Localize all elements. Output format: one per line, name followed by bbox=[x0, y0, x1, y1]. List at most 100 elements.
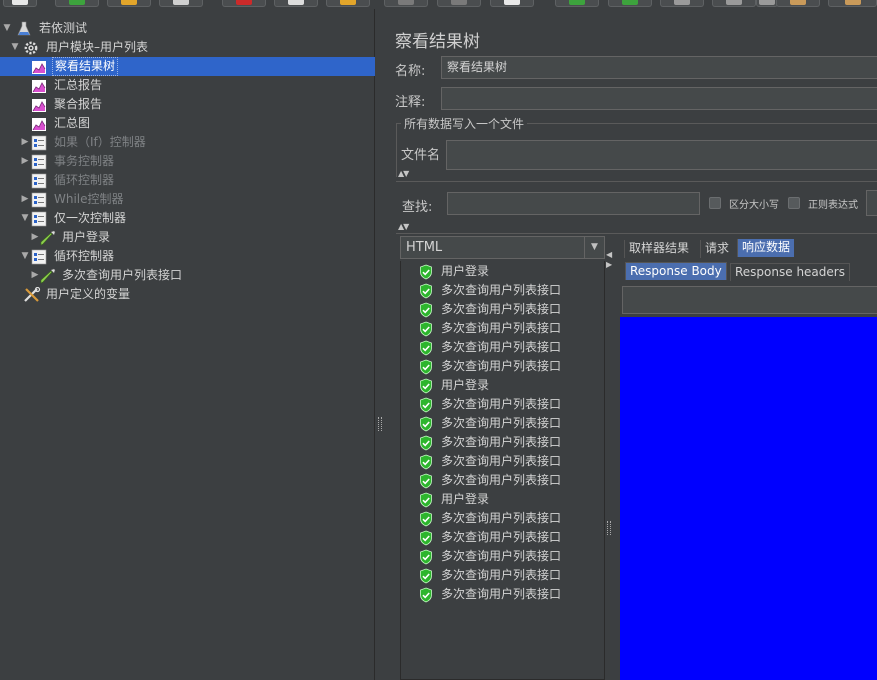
results-splitter[interactable]: ◀ ▶ bbox=[605, 236, 613, 680]
new-plan-button[interactable] bbox=[3, 0, 37, 7]
result-label: 多次查询用户列表接口 bbox=[441, 397, 562, 411]
cut-button[interactable] bbox=[222, 0, 266, 7]
controller-icon bbox=[31, 192, 47, 208]
regex-checkbox[interactable] bbox=[788, 197, 800, 209]
toggle-button[interactable] bbox=[490, 0, 534, 7]
renderer-value: HTML bbox=[406, 240, 443, 255]
result-label: 多次查询用户列表接口 bbox=[441, 568, 562, 582]
sampler-icon bbox=[39, 230, 56, 246]
tab-response-headers[interactable]: Response headers bbox=[730, 263, 850, 281]
name-field[interactable]: 察看结果树 bbox=[441, 56, 877, 79]
tree-item[interactable]: ▼ 循环控制器 bbox=[0, 247, 375, 266]
collapsed-arrow-icon[interactable]: ▶ bbox=[19, 152, 31, 171]
result-label: 多次查询用户列表接口 bbox=[441, 416, 562, 430]
search-button[interactable] bbox=[866, 190, 877, 216]
start-button[interactable] bbox=[555, 0, 599, 7]
divider bbox=[396, 233, 877, 234]
sample-result-list[interactable]: 用户登录 多次查询用户列表接口 多次查询用户列表接口 多次查询用户列表接口 多次查询用户… bbox=[400, 261, 605, 680]
clear-button[interactable] bbox=[776, 0, 820, 7]
renderer-select[interactable]: HTML ▼ bbox=[400, 236, 605, 259]
result-label: 用户登录 bbox=[441, 264, 490, 278]
success-shield-icon bbox=[419, 511, 433, 527]
templates-icon bbox=[69, 0, 85, 5]
tab-request[interactable]: 请求 bbox=[700, 240, 734, 258]
tree-item[interactable]: ▶ 如果（If）控制器 bbox=[0, 133, 375, 152]
search-input[interactable] bbox=[447, 192, 700, 215]
tab-sampler-result[interactable]: 取样器结果 bbox=[624, 240, 694, 258]
result-label: 用户登录 bbox=[441, 492, 490, 506]
shutdown-button[interactable] bbox=[712, 0, 756, 7]
success-shield-icon bbox=[419, 492, 433, 508]
tree-item[interactable]: 汇总报告 bbox=[0, 76, 375, 95]
tab-response-data[interactable]: 响应数据 bbox=[737, 239, 795, 257]
result-label: 多次查询用户列表接口 bbox=[441, 302, 562, 316]
expand-button[interactable] bbox=[384, 0, 428, 7]
filename-field[interactable] bbox=[446, 140, 877, 170]
result-label: 多次查询用户列表接口 bbox=[441, 283, 562, 297]
tree-item[interactable]: 循环控制器 bbox=[0, 171, 375, 190]
expand-left-icon[interactable]: ◀ bbox=[606, 250, 612, 259]
stop-button[interactable] bbox=[660, 0, 704, 7]
controller-icon bbox=[31, 135, 47, 151]
response-body-view[interactable] bbox=[620, 317, 877, 680]
collapse-arrows-icon[interactable]: ▲▼ bbox=[398, 169, 409, 178]
file-group-title: 所有数据写入一个文件 bbox=[401, 115, 528, 132]
tree-item[interactable]: 聚合报告 bbox=[0, 95, 375, 114]
success-shield-icon bbox=[419, 568, 433, 584]
filename-label: 文件名 bbox=[401, 148, 441, 163]
comment-field[interactable] bbox=[441, 87, 877, 110]
start-no-pause-icon bbox=[622, 0, 638, 5]
write-to-file-group: 所有数据写入一个文件 文件名 bbox=[396, 115, 877, 177]
tree-item[interactable]: 察看结果树 bbox=[0, 57, 375, 76]
success-shield-icon bbox=[419, 340, 433, 356]
collapsed-arrow-icon[interactable]: ▶ bbox=[19, 133, 31, 152]
tree-item[interactable]: ▶ While控制器 bbox=[0, 190, 375, 209]
tree-item[interactable]: ▶ 多次查询用户列表接口 bbox=[0, 266, 375, 285]
chevron-down-icon[interactable]: ▼ bbox=[584, 237, 604, 258]
tree-item-label: 若依测试 bbox=[39, 21, 88, 35]
tree-item[interactable]: ▶ 事务控制器 bbox=[0, 152, 375, 171]
page-title: 察看结果树 bbox=[395, 32, 480, 52]
templates-button[interactable] bbox=[55, 0, 99, 7]
test-plan-tree[interactable]: ▼ 若依测试 ▼ 用户模块–用户列表 察看结果树 汇总报告 聚合报告 汇总图 ▶ 如果（If）控制… bbox=[0, 9, 375, 680]
result-label: 用户登录 bbox=[441, 378, 490, 392]
expand-right-icon[interactable]: ▶ bbox=[606, 260, 612, 269]
collapse-arrows-icon[interactable]: ▲▼ bbox=[398, 222, 409, 231]
tab-response-body[interactable]: Response Body bbox=[625, 262, 727, 280]
expand-icon bbox=[398, 0, 414, 5]
remote-start-button[interactable] bbox=[756, 0, 778, 7]
tree-item-label: 事务控制器 bbox=[54, 154, 115, 168]
tree-item[interactable]: ▼ 用户模块–用户列表 bbox=[0, 38, 375, 57]
start-no-pause-button[interactable] bbox=[608, 0, 652, 7]
success-shield-icon bbox=[419, 378, 433, 394]
tree-item[interactable]: 用户定义的变量 bbox=[0, 285, 375, 304]
case-sensitive-checkbox[interactable] bbox=[709, 197, 721, 209]
save-button[interactable] bbox=[159, 0, 203, 7]
success-shield-icon bbox=[419, 321, 433, 337]
regex-label: 正则表达式 bbox=[808, 200, 858, 211]
test-plan-icon bbox=[16, 21, 32, 37]
tree-item[interactable]: ▶ 用户登录 bbox=[0, 228, 375, 247]
paste-button[interactable] bbox=[326, 0, 370, 7]
tree-item-label: 如果（If）控制器 bbox=[54, 135, 146, 149]
tree-splitter[interactable] bbox=[376, 9, 384, 680]
expanded-arrow-icon[interactable]: ▼ bbox=[1, 19, 13, 38]
divider bbox=[396, 181, 877, 182]
clear-all-button[interactable] bbox=[828, 0, 877, 7]
tree-item-label: 聚合报告 bbox=[54, 97, 103, 111]
tree-item[interactable]: 汇总图 bbox=[0, 114, 375, 133]
tree-item[interactable]: ▼ 仅一次控制器 bbox=[0, 209, 375, 228]
save-icon bbox=[173, 0, 189, 5]
open-button[interactable] bbox=[107, 0, 151, 7]
cut-icon bbox=[236, 0, 252, 5]
success-shield-icon bbox=[419, 359, 433, 375]
collapsed-arrow-icon[interactable]: ▶ bbox=[19, 190, 31, 209]
expanded-arrow-icon[interactable]: ▼ bbox=[9, 38, 21, 57]
collapse-button[interactable] bbox=[437, 0, 481, 7]
copy-button[interactable] bbox=[274, 0, 318, 7]
expanded-arrow-icon[interactable]: ▼ bbox=[19, 209, 31, 228]
expanded-arrow-icon[interactable]: ▼ bbox=[19, 247, 31, 266]
tree-item-label: 用户定义的变量 bbox=[46, 287, 131, 301]
tree-item[interactable]: ▼ 若依测试 bbox=[0, 19, 375, 38]
tree-item-label: 仅一次控制器 bbox=[54, 211, 127, 225]
